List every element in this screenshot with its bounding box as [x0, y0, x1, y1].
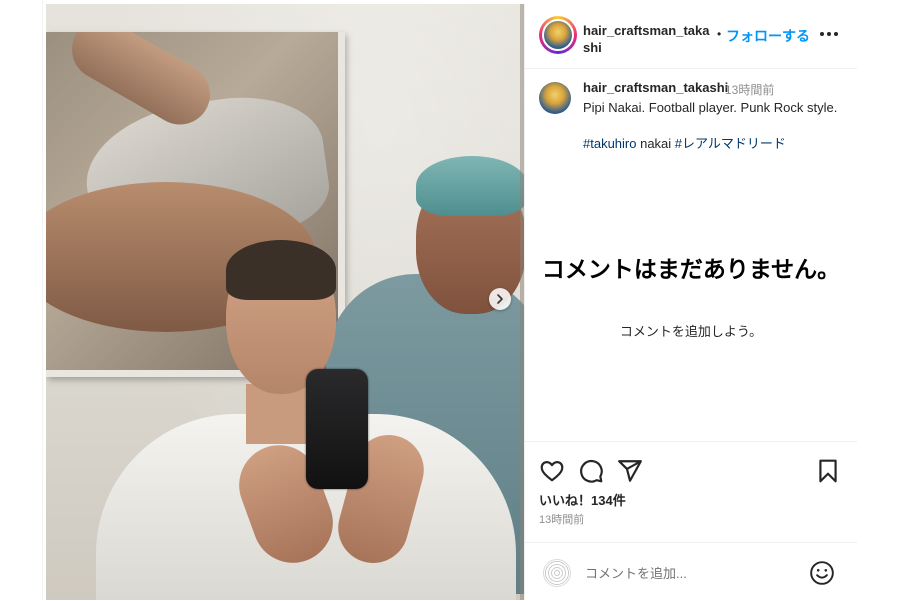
follow-button[interactable]: フォローする — [726, 26, 810, 46]
hashtag-link[interactable]: #レアルマドリード — [675, 136, 786, 151]
header-username-line1: hair_craftsman_taka — [583, 23, 710, 38]
comment-composer — [525, 542, 857, 601]
caption-plain-text: nakai — [636, 136, 675, 151]
more-options-button[interactable] — [817, 24, 841, 44]
caption-username[interactable]: hair_craftsman_takashi — [583, 80, 728, 95]
more-icon — [820, 32, 838, 36]
separator-dot: • — [717, 27, 722, 41]
header-username-line2: shi — [583, 40, 602, 55]
share-icon — [618, 460, 642, 482]
no-comments-subtitle: コメントを追加しよう。 — [619, 324, 763, 339]
no-comments-title: コメントはまだありません。 — [541, 256, 841, 282]
comment-button[interactable] — [578, 458, 604, 484]
save-button[interactable] — [815, 458, 841, 484]
heart-icon — [540, 461, 564, 482]
header-username[interactable]: hair_craftsman_taka shi — [583, 22, 713, 56]
post-photo[interactable] — [46, 4, 524, 600]
caption-text: Pipi Nakai. Football player. Punk Rock s… — [583, 100, 838, 115]
person-back-headband — [416, 156, 524, 216]
composer-avatar — [543, 559, 571, 587]
avatar — [542, 19, 574, 51]
phone — [306, 369, 368, 489]
hashtag-link[interactable]: #takuhiro — [583, 136, 636, 151]
header-avatar-ring[interactable] — [539, 16, 577, 54]
emoji-icon — [810, 561, 834, 585]
caption-hashtags: #takuhiro nakai #レアルマドリード — [583, 135, 843, 153]
caption-timestamp[interactable]: 13時間前 — [725, 81, 774, 98]
like-button[interactable] — [539, 458, 565, 484]
comment-icon — [580, 459, 603, 483]
likes-count[interactable]: いいね！134件 — [539, 490, 626, 509]
photo-person-front — [96, 234, 516, 600]
bookmark-icon — [819, 459, 837, 483]
post-side-panel: hair_craftsman_taka shi • フォローする hair_cr… — [524, 4, 857, 600]
post-timestamp[interactable]: 13時間前 — [539, 511, 584, 527]
post-header: hair_craftsman_taka shi • フォローする — [525, 4, 857, 69]
chevron-right-icon — [497, 294, 503, 304]
share-button[interactable] — [617, 458, 643, 484]
carousel-next-button[interactable] — [489, 288, 511, 310]
comment-input[interactable] — [585, 563, 785, 583]
page-divider — [42, 0, 43, 600]
person-front-hair — [226, 240, 336, 300]
emoji-button[interactable] — [809, 560, 835, 586]
post-dialog: hair_craftsman_taka shi • フォローする hair_cr… — [46, 4, 857, 600]
caption-avatar[interactable] — [539, 82, 571, 114]
